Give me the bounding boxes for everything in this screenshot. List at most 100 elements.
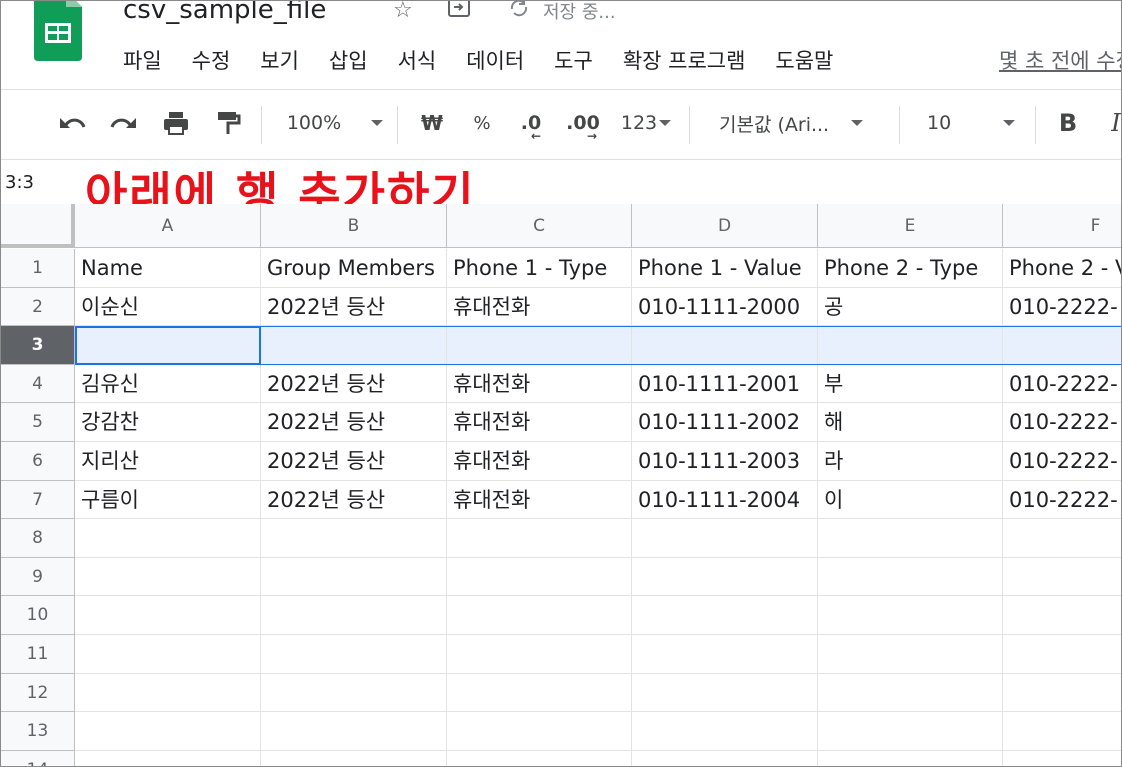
cell-b1[interactable]: Group Members [261, 249, 447, 288]
cell-e1[interactable]: Phone 2 - Type [818, 249, 1003, 288]
cell-e3[interactable] [818, 326, 1003, 365]
cell-e13[interactable] [818, 712, 1003, 751]
star-icon[interactable]: ☆ [393, 1, 413, 23]
cell-f1[interactable]: Phone 2 - Value [1003, 249, 1121, 288]
cell-a14[interactable] [75, 751, 261, 766]
cell-e10[interactable] [818, 596, 1003, 635]
cell-b6[interactable]: 2022년 등산 [261, 442, 447, 481]
menu-format[interactable]: 서식 [398, 45, 437, 77]
cell-c10[interactable] [447, 596, 632, 635]
column-header-f[interactable]: F [1003, 204, 1121, 248]
cell-d9[interactable] [632, 558, 818, 596]
number-format-select[interactable]: 123 [615, 107, 677, 139]
print-icon[interactable] [159, 107, 193, 139]
cell-d6[interactable]: 010-1111-2003 [632, 442, 818, 481]
cell-f4[interactable]: 010-2222- [1003, 365, 1121, 403]
row-header-12[interactable]: 12 [1, 674, 75, 712]
cell-c3[interactable] [447, 326, 632, 365]
cell-b5[interactable]: 2022년 등산 [261, 403, 447, 442]
cell-f12[interactable] [1003, 674, 1121, 712]
menu-data[interactable]: 데이터 [466, 45, 524, 77]
cell-c1[interactable]: Phone 1 - Type [447, 249, 632, 288]
cell-c6[interactable]: 휴대전화 [447, 442, 632, 481]
cell-b12[interactable] [261, 674, 447, 712]
cell-a2[interactable]: 이순신 [75, 288, 261, 326]
cell-e4[interactable]: 부 [818, 365, 1003, 403]
cell-d5[interactable]: 010-1111-2002 [632, 403, 818, 442]
bold-button[interactable]: B [1053, 107, 1083, 139]
row-header-11[interactable]: 11 [1, 635, 75, 674]
font-family-select[interactable]: 기본값 (Ari... [711, 107, 895, 139]
row-header-2[interactable]: 2 [1, 288, 75, 326]
cell-a4[interactable]: 김유신 [75, 365, 261, 403]
cell-d12[interactable] [632, 674, 818, 712]
italic-button[interactable]: I [1101, 107, 1121, 139]
cell-c8[interactable] [447, 519, 632, 558]
menu-extensions[interactable]: 확장 프로그램 [623, 45, 746, 77]
cell-d11[interactable] [632, 635, 818, 674]
cell-d8[interactable] [632, 519, 818, 558]
cell-c9[interactable] [447, 558, 632, 596]
decrease-decimal-button[interactable]: .0 ← [511, 107, 551, 143]
cell-d10[interactable] [632, 596, 818, 635]
paint-format-icon[interactable] [211, 107, 245, 139]
cell-a11[interactable] [75, 635, 261, 674]
column-header-e[interactable]: E [818, 204, 1003, 248]
cell-b14[interactable] [261, 751, 447, 766]
cell-c7[interactable]: 휴대전화 [447, 481, 632, 519]
row-header-4[interactable]: 4 [1, 365, 75, 403]
cell-f9[interactable] [1003, 558, 1121, 596]
cell-b3[interactable] [261, 326, 447, 365]
cell-c11[interactable] [447, 635, 632, 674]
row-header-9[interactable]: 9 [1, 558, 75, 596]
row-header-8[interactable]: 8 [1, 519, 75, 558]
row-header-7[interactable]: 7 [1, 481, 75, 519]
cell-d2[interactable]: 010-1111-2000 [632, 288, 818, 326]
font-size-select[interactable]: 10 [919, 107, 1033, 139]
cell-a13[interactable] [75, 712, 261, 751]
cell-a7[interactable]: 구름이 [75, 481, 261, 519]
currency-format-button[interactable]: ₩ [415, 107, 449, 139]
cell-e5[interactable]: 해 [818, 403, 1003, 442]
cell-c5[interactable]: 휴대전화 [447, 403, 632, 442]
row-header-1[interactable]: 1 [1, 249, 75, 288]
document-title[interactable]: csv_sample_file [123, 1, 326, 25]
cell-f5[interactable]: 010-2222- [1003, 403, 1121, 442]
cell-d4[interactable]: 010-1111-2001 [632, 365, 818, 403]
cell-d1[interactable]: Phone 1 - Value [632, 249, 818, 288]
cell-c12[interactable] [447, 674, 632, 712]
cell-a9[interactable] [75, 558, 261, 596]
name-box[interactable]: 3:3 [5, 172, 34, 193]
last-edit-link[interactable]: 몇 초 전에 수정 [999, 45, 1121, 77]
cell-a8[interactable] [75, 519, 261, 558]
cell-f2[interactable]: 010-2222- [1003, 288, 1121, 326]
cell-f11[interactable] [1003, 635, 1121, 674]
cell-e7[interactable]: 이 [818, 481, 1003, 519]
cell-a10[interactable] [75, 596, 261, 635]
menu-edit[interactable]: 수정 [192, 45, 231, 77]
cell-b4[interactable]: 2022년 등산 [261, 365, 447, 403]
cell-e9[interactable] [818, 558, 1003, 596]
cell-e14[interactable] [818, 751, 1003, 766]
undo-icon[interactable] [55, 107, 89, 139]
cell-b10[interactable] [261, 596, 447, 635]
row-header-3[interactable]: 3 [1, 326, 75, 365]
zoom-select[interactable]: 100% [283, 107, 387, 139]
cell-b7[interactable]: 2022년 등산 [261, 481, 447, 519]
cell-c2[interactable]: 휴대전화 [447, 288, 632, 326]
move-to-folder-icon[interactable] [447, 1, 471, 25]
cell-f14[interactable] [1003, 751, 1121, 766]
cell-f7[interactable]: 010-2222- [1003, 481, 1121, 519]
cell-a12[interactable] [75, 674, 261, 712]
menu-file[interactable]: 파일 [123, 45, 162, 77]
column-header-c[interactable]: C [447, 204, 632, 248]
increase-decimal-button[interactable]: .00 → [561, 107, 605, 143]
menu-tools[interactable]: 도구 [554, 45, 593, 77]
cell-a1[interactable]: Name [75, 249, 261, 288]
cell-c4[interactable]: 휴대전화 [447, 365, 632, 403]
column-header-b[interactable]: B [261, 204, 447, 248]
menu-insert[interactable]: 삽입 [329, 45, 368, 77]
percent-format-button[interactable]: % [465, 107, 499, 139]
cell-c13[interactable] [447, 712, 632, 751]
cell-f10[interactable] [1003, 596, 1121, 635]
